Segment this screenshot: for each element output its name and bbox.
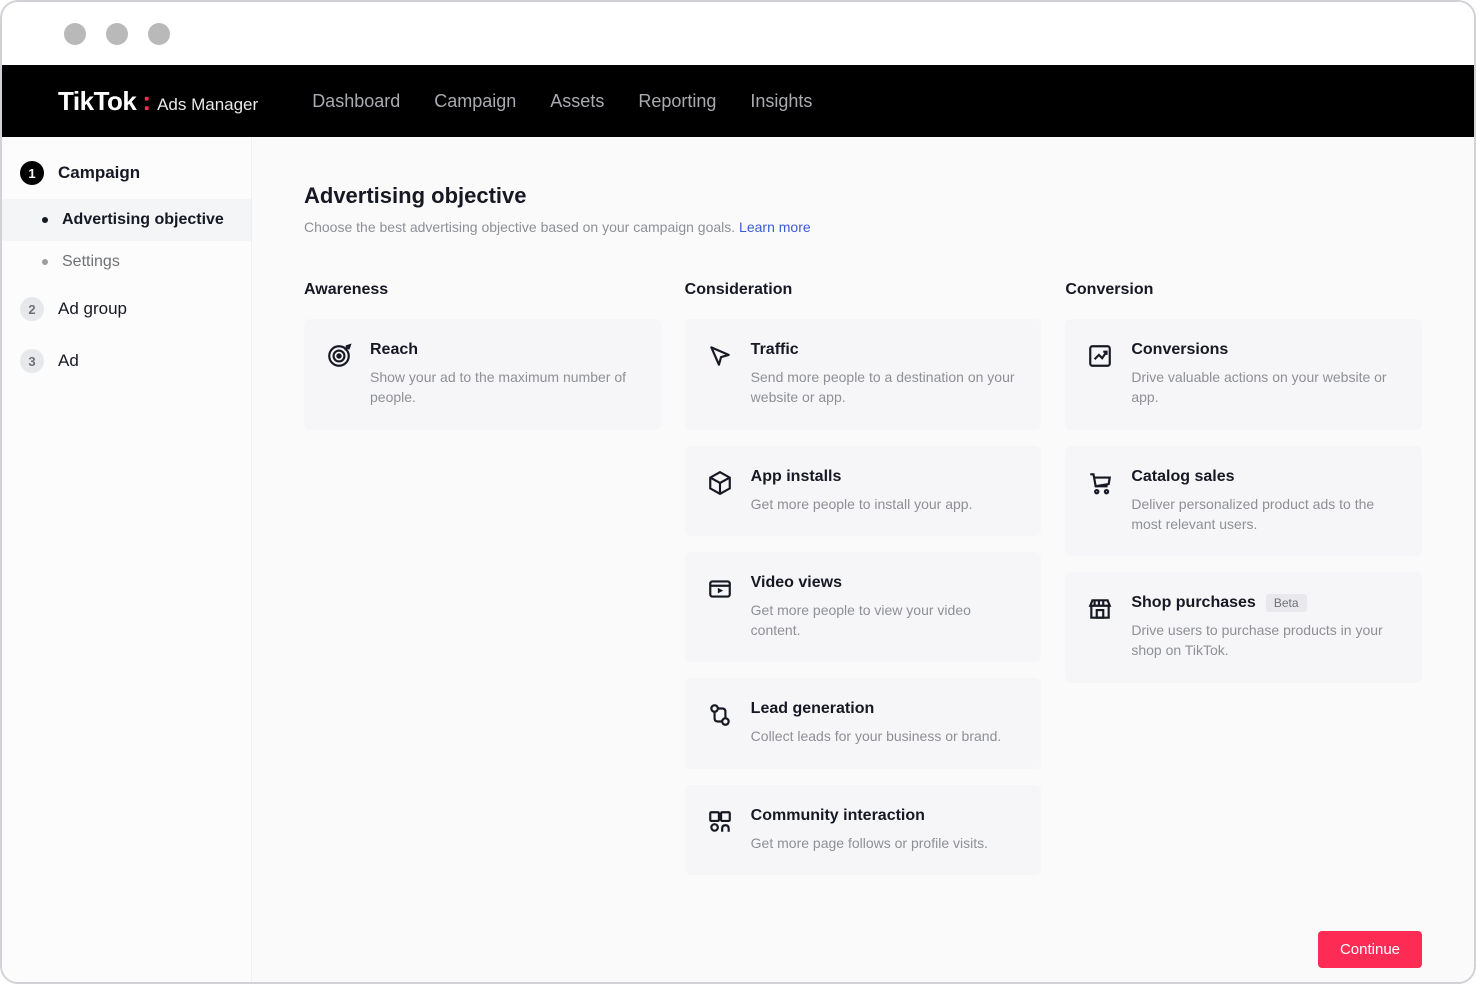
col-title-consideration: Consideration xyxy=(685,281,1042,299)
card-catalog-sales[interactable]: Catalog sales Deliver personalized produ… xyxy=(1065,446,1422,557)
objective-columns: Awareness Reach Show your ad to the maxi… xyxy=(304,281,1422,891)
continue-button[interactable]: Continue xyxy=(1318,931,1422,968)
card-desc: Drive valuable actions on your website o… xyxy=(1131,367,1400,408)
card-body: Community interaction Get more page foll… xyxy=(751,807,1020,853)
card-title: Traffic xyxy=(751,341,1020,359)
traffic-light-zoom[interactable] xyxy=(148,23,170,45)
col-conversion: Conversion Conversions Drive valuable ac xyxy=(1065,281,1422,891)
card-desc: Drive users to purchase products in your… xyxy=(1131,620,1400,661)
card-title: Video views xyxy=(751,574,1020,592)
storefront-icon xyxy=(1087,596,1113,622)
card-traffic[interactable]: Traffic Send more people to a destinatio… xyxy=(685,319,1042,430)
leads-icon xyxy=(707,702,733,728)
beta-badge: Beta xyxy=(1266,594,1307,612)
col-title-conversion: Conversion xyxy=(1065,281,1422,299)
card-title: Lead generation xyxy=(751,700,1020,718)
step-label: Ad xyxy=(58,351,79,371)
step-ad[interactable]: 3 Ad xyxy=(2,335,251,387)
video-play-icon xyxy=(707,576,733,602)
brand: TikTok: Ads Manager xyxy=(58,86,258,117)
card-body: Video views Get more people to view your… xyxy=(751,574,1020,641)
card-title: Shop purchases xyxy=(1131,594,1255,612)
card-body: Conversions Drive valuable actions on yo… xyxy=(1131,341,1400,408)
card-body: Traffic Send more people to a destinatio… xyxy=(751,341,1020,408)
step-ad-group[interactable]: 2 Ad group xyxy=(2,283,251,335)
step-campaign[interactable]: 1 Campaign xyxy=(2,147,251,199)
card-title: Catalog sales xyxy=(1131,468,1400,486)
step-badge: 3 xyxy=(20,349,44,373)
window-frame: TikTok: Ads Manager Dashboard Campaign A… xyxy=(0,0,1476,984)
nav-insights[interactable]: Insights xyxy=(750,91,812,112)
col-consideration: Consideration Traffic Send more people t… xyxy=(685,281,1042,891)
traffic-light-close[interactable] xyxy=(64,23,86,45)
target-icon xyxy=(326,343,352,369)
traffic-light-minimize[interactable] xyxy=(106,23,128,45)
card-body: Reach Show your ad to the maximum number… xyxy=(370,341,639,408)
card-reach[interactable]: Reach Show your ad to the maximum number… xyxy=(304,319,661,430)
top-nav: TikTok: Ads Manager Dashboard Campaign A… xyxy=(2,65,1474,137)
learn-more-link[interactable]: Learn more xyxy=(739,219,811,235)
cube-icon xyxy=(707,470,733,496)
card-desc: Get more people to view your video conte… xyxy=(751,600,1020,641)
brand-sub: Ads Manager xyxy=(157,95,258,115)
card-community-interaction[interactable]: Community interaction Get more page foll… xyxy=(685,785,1042,875)
community-icon xyxy=(707,809,733,835)
card-desc: Send more people to a destination on you… xyxy=(751,367,1020,408)
card-title: Community interaction xyxy=(751,807,1020,825)
card-title: Reach xyxy=(370,341,639,359)
card-desc: Get more page follows or profile visits. xyxy=(751,833,1020,853)
card-video-views[interactable]: Video views Get more people to view your… xyxy=(685,552,1042,663)
card-body: Shop purchases Beta Drive users to purch… xyxy=(1131,594,1400,661)
substep-dot-icon xyxy=(42,217,48,223)
card-title-row: Shop purchases Beta xyxy=(1131,594,1400,620)
nav-assets[interactable]: Assets xyxy=(550,91,604,112)
brand-colon-icon: : xyxy=(142,86,151,117)
card-title: Conversions xyxy=(1131,341,1400,359)
page-subtitle-text: Choose the best advertising objective ba… xyxy=(304,219,735,235)
substep-advertising-objective[interactable]: Advertising objective xyxy=(2,199,251,241)
nav-campaign[interactable]: Campaign xyxy=(434,91,516,112)
body-area: 1 Campaign Advertising objective Setting… xyxy=(2,137,1474,984)
sidebar: 1 Campaign Advertising objective Setting… xyxy=(2,137,252,984)
substep-label: Settings xyxy=(62,253,120,271)
window-titlebar xyxy=(2,2,1474,65)
page-title: Advertising objective xyxy=(304,183,1422,209)
substep-settings[interactable]: Settings xyxy=(2,241,251,283)
main-content: Advertising objective Choose the best ad… xyxy=(252,137,1474,984)
card-desc: Collect leads for your business or brand… xyxy=(751,726,1020,746)
card-lead-generation[interactable]: Lead generation Collect leads for your b… xyxy=(685,678,1042,768)
step-badge: 2 xyxy=(20,297,44,321)
substep-dot-icon xyxy=(42,259,48,265)
substep-label: Advertising objective xyxy=(62,211,224,229)
card-app-installs[interactable]: App installs Get more people to install … xyxy=(685,446,1042,536)
card-body: Catalog sales Deliver personalized produ… xyxy=(1131,468,1400,535)
card-body: Lead generation Collect leads for your b… xyxy=(751,700,1020,746)
chart-up-icon xyxy=(1087,343,1113,369)
card-title: App installs xyxy=(751,468,1020,486)
shopping-cart-icon xyxy=(1087,470,1113,496)
card-desc: Show your ad to the maximum number of pe… xyxy=(370,367,639,408)
nav-dashboard[interactable]: Dashboard xyxy=(312,91,400,112)
card-desc: Deliver personalized product ads to the … xyxy=(1131,494,1400,535)
page-subtitle: Choose the best advertising objective ba… xyxy=(304,219,1422,235)
card-shop-purchases[interactable]: Shop purchases Beta Drive users to purch… xyxy=(1065,572,1422,683)
nav-reporting[interactable]: Reporting xyxy=(638,91,716,112)
step-label: Ad group xyxy=(58,299,127,319)
step-label: Campaign xyxy=(58,163,140,183)
brand-mark: TikTok xyxy=(58,86,136,117)
col-title-awareness: Awareness xyxy=(304,281,661,299)
cursor-icon xyxy=(707,343,733,369)
card-body: App installs Get more people to install … xyxy=(751,468,1020,514)
col-awareness: Awareness Reach Show your ad to the maxi… xyxy=(304,281,661,891)
step-badge: 1 xyxy=(20,161,44,185)
card-desc: Get more people to install your app. xyxy=(751,494,1020,514)
card-conversions[interactable]: Conversions Drive valuable actions on yo… xyxy=(1065,319,1422,430)
